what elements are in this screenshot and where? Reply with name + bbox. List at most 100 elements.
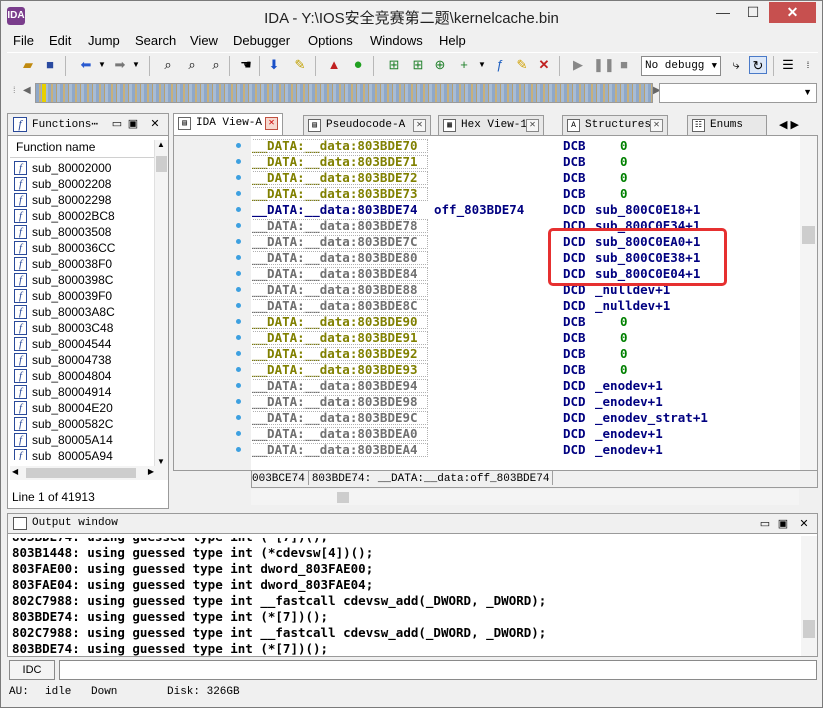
disassembly-scrollbar[interactable] (800, 136, 817, 470)
breakpoint-dot[interactable] (236, 239, 241, 244)
breakpoint-dot[interactable] (236, 143, 241, 148)
breakpoint-dot[interactable] (236, 415, 241, 420)
function-list-item[interactable]: f sub_80004738 (10, 352, 154, 368)
breakpoint-dot[interactable] (236, 351, 241, 356)
function-list-hscrollbar[interactable]: ◀ ▶ (10, 466, 168, 480)
function-name-column-header[interactable]: Function name (10, 140, 155, 158)
disasm-line[interactable]: __DATA:__data:803BDE73 DCB 0 (252, 186, 800, 202)
tab-structures[interactable]: A Structures ✕ (562, 115, 668, 135)
function-list-item[interactable]: f sub_80005A14 (10, 432, 154, 448)
disasm-line[interactable]: __DATA:__data:803BDE8C DCD _nulldev+1 (252, 298, 800, 314)
disasm-line[interactable]: __DATA:__data:803BDE93 DCB 0 (252, 362, 800, 378)
disasm-operand[interactable]: _enodev_strat+1 (595, 410, 708, 426)
function-list-item[interactable]: f sub_8000582C (10, 416, 154, 432)
pane-float-icon[interactable]: ▣ (776, 517, 790, 530)
tab-close-icon[interactable]: ✕ (265, 117, 278, 130)
pane-restore-icon[interactable]: ▭ (110, 117, 124, 130)
disasm-line[interactable]: __DATA:__data:803BDEA0 DCD _enodev+1 (252, 426, 800, 442)
pane-close-icon[interactable]: ✕ (797, 517, 811, 530)
open-folder-icon[interactable]: ▰ (19, 56, 37, 74)
warning-icon[interactable]: ▲ (325, 56, 343, 74)
breakpoint-dot[interactable] (236, 383, 241, 388)
tab-scroll-left-icon[interactable]: ◀ (779, 119, 787, 131)
delete-icon[interactable]: ✕ (535, 56, 553, 74)
tab-enums[interactable]: ☷ Enums (687, 115, 767, 135)
breakpoint-dot[interactable] (236, 175, 241, 180)
menu-edit[interactable]: Edit (49, 33, 71, 48)
breakpoint-dot[interactable] (236, 159, 241, 164)
function-list-item[interactable]: f sub_800036CC (10, 240, 154, 256)
disasm-operand[interactable]: 0 (620, 362, 628, 378)
breakpoint-dot[interactable] (236, 367, 241, 372)
add-icon[interactable]: ⊕ (431, 56, 449, 74)
green-circle-icon[interactable]: ● (349, 56, 367, 74)
function-list-item[interactable]: f sub_800039F0 (10, 288, 154, 304)
output-text[interactable]: 803BDE74: using guessed type int (*[7])(… (12, 538, 800, 656)
function-list-item[interactable]: f sub_80002BC8 (10, 208, 154, 224)
breakpoint-dot[interactable] (236, 319, 241, 324)
breakpoint-dot[interactable] (236, 271, 241, 276)
disasm-operand[interactable]: _enodev+1 (595, 378, 663, 394)
output-scrollbar[interactable] (801, 536, 817, 656)
function-list-item[interactable]: f sub_80002298 (10, 192, 154, 208)
disasm-operand[interactable]: 0 (620, 330, 628, 346)
function-list-item[interactable]: f sub_80002000 (10, 160, 154, 176)
create-enum-icon[interactable]: ⊞ (409, 56, 427, 74)
disasm-line[interactable]: __DATA:__data:803BDE92 DCB 0 (252, 346, 800, 362)
menu-windows[interactable]: Windows (370, 33, 423, 48)
nav-cursor[interactable] (42, 84, 46, 102)
disasm-line[interactable]: __DATA:__data:803BDE94 DCD _enodev+1 (252, 378, 800, 394)
function-icon[interactable]: ƒ (491, 56, 509, 74)
breakpoint-dot[interactable] (236, 431, 241, 436)
tab-close-icon[interactable]: ✕ (526, 119, 539, 132)
disassembly-listing[interactable]: __DATA:__data:803BDE70 DCB 0 __DATA:__data:… (252, 138, 800, 464)
disasm-line[interactable]: __DATA:__data:803BDE91 DCB 0 (252, 330, 800, 346)
navigator-strip[interactable] (35, 83, 653, 103)
function-list-item[interactable]: f sub_80005A94 (10, 448, 154, 460)
function-list-item[interactable]: f sub_80003508 (10, 224, 154, 240)
idc-input[interactable] (59, 660, 817, 680)
tab-ida-view-a[interactable]: ▤ IDA View-A ✕ (173, 113, 283, 135)
plus-dropdown-icon[interactable]: ▼ (473, 56, 491, 74)
disasm-label[interactable]: off_803BDE74 (434, 202, 524, 218)
segment-combo[interactable]: ▼ (659, 83, 817, 103)
breakpoint-dot[interactable] (236, 223, 241, 228)
breakpoint-dot[interactable] (236, 399, 241, 404)
function-list-item[interactable]: f sub_8000398C (10, 272, 154, 288)
breakpoint-dot[interactable] (236, 255, 241, 260)
more-icon[interactable]: ⁞ (799, 56, 817, 74)
tab-scroll-right-icon[interactable]: ▶ (791, 119, 799, 131)
breakpoint-dot[interactable] (236, 447, 241, 452)
pane-restore-icon[interactable]: ▭ (758, 517, 772, 530)
debugger-select[interactable]: No debugg ▼ (641, 56, 721, 76)
disasm-operand[interactable]: _nulldev+1 (595, 298, 670, 314)
disasm-operand[interactable]: 0 (620, 186, 628, 202)
jump-down-icon[interactable]: ⬇ (265, 56, 283, 74)
search-immediate-icon[interactable]: ⌕ (207, 56, 225, 74)
save-icon[interactable]: ■ (41, 56, 59, 74)
disasm-line[interactable]: __DATA:__data:803BDEA4 DCD _enodev+1 (252, 442, 800, 458)
function-list-item[interactable]: f sub_80004544 (10, 336, 154, 352)
menu-help[interactable]: Help (439, 33, 466, 48)
disasm-operand[interactable]: 0 (620, 138, 628, 154)
disasm-line[interactable]: __DATA:__data:803BDE72 DCB 0 (252, 170, 800, 186)
disasm-operand[interactable]: _enodev+1 (595, 394, 663, 410)
function-list-item[interactable]: f sub_80004914 (10, 384, 154, 400)
edit-icon[interactable]: ✎ (513, 56, 531, 74)
disasm-operand[interactable]: 0 (620, 170, 628, 186)
disasm-line[interactable]: __DATA:__data:803BDE98 DCD _enodev+1 (252, 394, 800, 410)
breakpoint-dot[interactable] (236, 207, 241, 212)
create-struct-icon[interactable]: ⊞ (385, 56, 403, 74)
disasm-operand[interactable]: sub_800C0E18+1 (595, 202, 700, 218)
run-icon[interactable]: ▶ (569, 56, 587, 74)
menu-search[interactable]: Search (135, 33, 176, 48)
close-button[interactable]: ✕ (769, 2, 816, 23)
analysis-icon[interactable]: ✎ (291, 56, 309, 74)
function-list-item[interactable]: f sub_80003A8C (10, 304, 154, 320)
disassembly-view[interactable]: __DATA:__data:803BDE70 DCB 0 __DATA:__data:… (173, 135, 818, 471)
disasm-line[interactable]: __DATA:__data:803BDE9C DCD _enodev_strat+1 (252, 410, 800, 426)
function-list-item[interactable]: f sub_80004804 (10, 368, 154, 384)
disasm-operand[interactable]: _enodev+1 (595, 426, 663, 442)
hand-icon[interactable]: ☚ (237, 56, 255, 74)
breakpoint-dot[interactable] (236, 303, 241, 308)
